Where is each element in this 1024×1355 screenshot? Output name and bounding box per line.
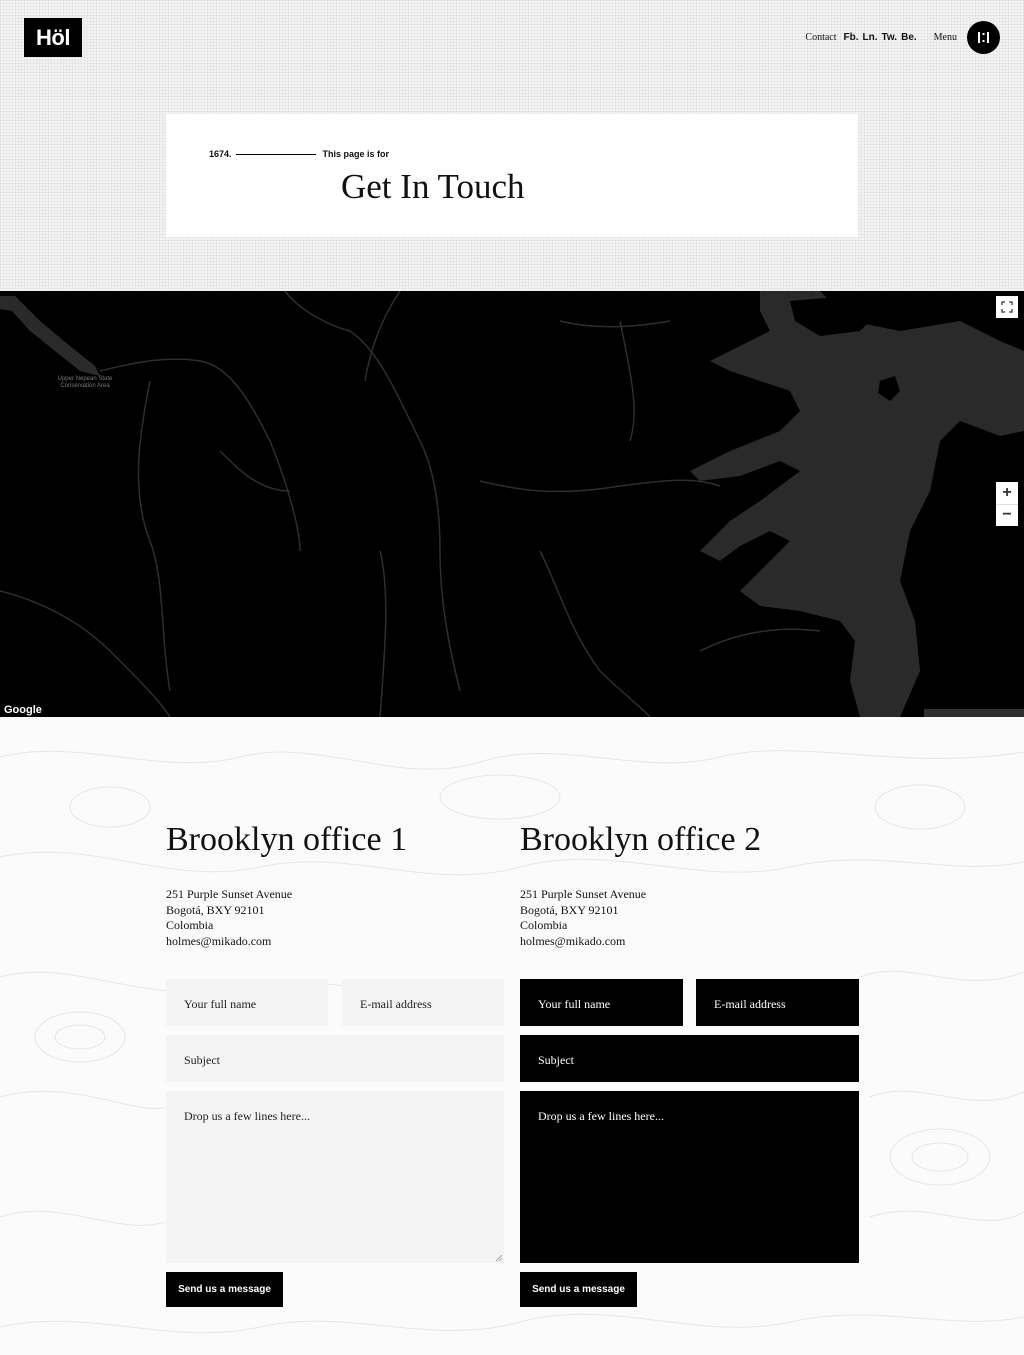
office-1-message-textarea[interactable]: Drop us a few lines here... <box>166 1091 504 1263</box>
office-1-country: Colombia <box>166 918 214 932</box>
office-2: Brooklyn office 2 251 Purple Sunset Aven… <box>520 821 860 949</box>
hero-number: 1674. <box>209 149 232 159</box>
page-title: Get In Touch <box>341 167 525 206</box>
contour-background <box>0 750 1024 1334</box>
office-2-street: 251 Purple Sunset Avenue <box>520 887 647 901</box>
office-1-title: Brooklyn office 1 <box>166 821 408 858</box>
hero-divider <box>235 153 316 155</box>
map-terrain <box>0 291 1024 717</box>
menu-label[interactable]: Menu <box>934 32 957 43</box>
google-attribution[interactable]: Google <box>4 704 42 716</box>
map[interactable]: Upper Nepean State Conservation Area + −… <box>0 291 1024 717</box>
social-link-behance[interactable]: Be. <box>901 32 917 43</box>
map-terms-bar[interactable] <box>924 709 1024 717</box>
resize-grip-icon[interactable] <box>496 1255 502 1261</box>
hero-card: 1674. This page is for Get In Touch <box>166 114 858 237</box>
header-section: Höl Contact Fb. Ln. Tw. Be. Menu 1674. T… <box>0 0 1024 291</box>
office-2-subject-input[interactable]: Subject <box>520 1035 859 1082</box>
office-2-name-input[interactable]: Your full name <box>520 979 683 1026</box>
office-1-email-input[interactable]: E-mail address <box>342 979 504 1026</box>
top-nav: Contact Fb. Ln. Tw. Be. Menu <box>805 20 1000 54</box>
map-fullscreen-button[interactable] <box>996 296 1018 318</box>
fullscreen-icon <box>1001 301 1013 313</box>
zoom-in-button[interactable]: + <box>996 482 1018 504</box>
contact-section: Brooklyn office 1 251 Purple Sunset Aven… <box>0 717 1024 1355</box>
menu-icon <box>978 31 989 43</box>
hero-meta-label: This page is for <box>322 149 390 159</box>
zoom-out-button[interactable]: − <box>996 505 1018 527</box>
office-1-street: 251 Purple Sunset Avenue <box>166 887 293 901</box>
social-link-facebook[interactable]: Fb. <box>844 32 859 43</box>
office-1-name-input[interactable]: Your full name <box>166 979 328 1026</box>
office-1-subject-input[interactable]: Subject <box>166 1035 504 1082</box>
office-1-city: Bogotá, BXY 92101 <box>166 902 265 917</box>
map-zoom-controls: + − <box>996 482 1018 526</box>
office-2-message-textarea[interactable]: Drop us a few lines here... <box>520 1091 859 1263</box>
menu-button[interactable] <box>967 20 1000 54</box>
office-2-email[interactable]: holmes@mikado.com <box>520 934 860 950</box>
office-2-city: Bogotá, BXY 92101 <box>520 902 619 917</box>
office-2-send-button[interactable]: Send us a message <box>520 1272 637 1307</box>
office-1-send-button[interactable]: Send us a message <box>166 1272 283 1307</box>
office-1-address: 251 Purple Sunset Avenue Bogotá, BXY 921… <box>166 887 506 949</box>
hero-meta: 1674. This page is for <box>209 149 389 159</box>
site-logo[interactable]: Höl <box>24 18 82 57</box>
social-link-linkedin[interactable]: Ln. <box>863 32 878 43</box>
office-2-email-input[interactable]: E-mail address <box>696 979 859 1026</box>
social-link-twitter[interactable]: Tw. <box>882 32 898 43</box>
office-2-address: 251 Purple Sunset Avenue Bogotá, BXY 921… <box>520 887 860 949</box>
nav-contact-link[interactable]: Contact <box>805 32 836 43</box>
office-1-message-placeholder: Drop us a few lines here... <box>184 1109 310 1123</box>
office-2-country: Colombia <box>520 918 568 932</box>
office-1: Brooklyn office 1 251 Purple Sunset Aven… <box>166 821 506 949</box>
office-1-email[interactable]: holmes@mikado.com <box>166 934 506 950</box>
map-place-label: Upper Nepean State Conservation Area <box>57 376 113 389</box>
office-2-title: Brooklyn office 2 <box>520 821 762 858</box>
